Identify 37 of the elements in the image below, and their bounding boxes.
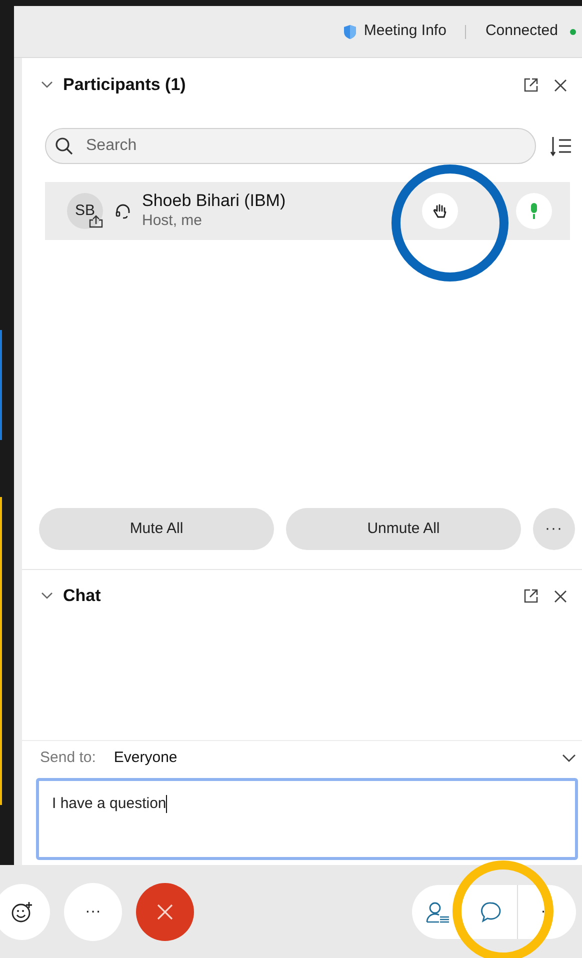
chevron-icon[interactable] <box>41 592 53 600</box>
participant-row[interactable]: SB Shoeb Bihari (IBM) Host, me <box>45 182 570 240</box>
share-icon <box>89 215 103 228</box>
action-button[interactable]: Unmute All <box>286 508 521 550</box>
pop-out-icon[interactable] <box>524 589 538 603</box>
participant-role: Host, me <box>142 211 204 231</box>
reaction-button[interactable] <box>0 884 50 940</box>
close-icon <box>156 902 174 920</box>
close-icon[interactable] <box>554 78 567 92</box>
chevron-icon[interactable] <box>562 754 576 763</box>
panel-title: Participants (1) <box>63 74 186 96</box>
hand-icon <box>433 203 447 219</box>
sort-icon[interactable] <box>550 135 572 157</box>
panel-title: Chat <box>63 585 101 608</box>
connection-status: Connected <box>485 21 558 42</box>
microphone-icon <box>529 202 539 220</box>
headset-icon <box>115 203 131 219</box>
shield-icon <box>342 24 357 40</box>
pop-out-icon[interactable] <box>524 78 538 92</box>
meeting-info-link[interactable]: Meeting Info <box>364 20 446 43</box>
send-to-label: Send to: <box>40 748 96 768</box>
recipient-dropdown[interactable]: Everyone <box>114 747 178 770</box>
microphone-button[interactable] <box>516 193 552 229</box>
chevron-icon[interactable] <box>41 81 53 89</box>
chat-icon <box>480 900 502 922</box>
more-button[interactable]: ··· <box>533 508 575 550</box>
raise-hand-button[interactable] <box>422 193 458 229</box>
search-icon <box>55 137 73 155</box>
person-list-icon <box>426 900 450 922</box>
action-button[interactable]: Mute All <box>39 508 274 550</box>
avatar: SB <box>67 193 103 229</box>
emoji-icon <box>11 900 33 922</box>
close-icon[interactable] <box>554 590 567 602</box>
search-field[interactable]: Search <box>45 128 536 164</box>
message-field[interactable]: I have a question <box>36 778 578 860</box>
more-button[interactable]: ··· <box>64 882 122 940</box>
participant-name: Shoeb Bihari (IBM) <box>142 191 286 211</box>
